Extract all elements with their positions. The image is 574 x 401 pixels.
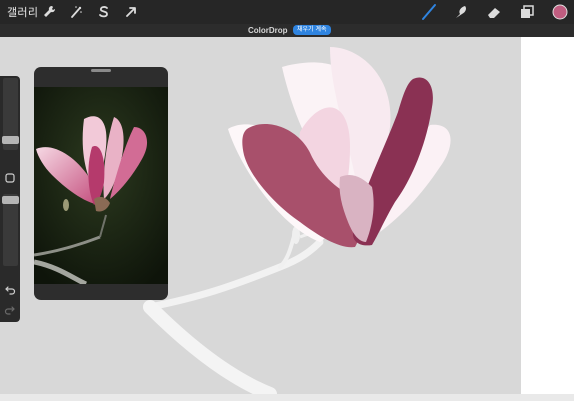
redo-icon[interactable] <box>4 304 16 316</box>
reference-window[interactable] <box>34 67 168 300</box>
opacity-slider[interactable] <box>2 194 19 266</box>
opacity-thumb[interactable] <box>2 196 19 204</box>
branch-shape <box>146 238 324 311</box>
eraser-icon[interactable] <box>485 3 503 21</box>
branch-lower-shape <box>143 300 277 394</box>
smudge-icon[interactable] <box>452 3 470 21</box>
color-swatch[interactable] <box>551 3 569 21</box>
transform-arrow-icon[interactable] <box>122 3 140 21</box>
title-bar: ColorDrop 채우기 계속 <box>0 24 574 37</box>
layers-icon[interactable] <box>518 3 536 21</box>
brush-size-slider[interactable] <box>2 78 19 150</box>
brush-icon[interactable] <box>420 3 438 21</box>
document-title: ColorDrop <box>248 26 288 35</box>
undo-icon[interactable] <box>4 284 16 296</box>
canvas-margin <box>521 37 574 394</box>
wrench-icon[interactable] <box>40 3 58 21</box>
bottom-strip <box>0 394 574 401</box>
magnolia-photo <box>34 87 168 284</box>
selection-s-icon[interactable] <box>95 3 113 21</box>
continue-fill-badge[interactable]: 채우기 계속 <box>293 25 331 35</box>
reference-drag-handle[interactable] <box>91 69 111 72</box>
brush-size-thumb[interactable] <box>2 136 19 144</box>
side-bar <box>0 76 20 322</box>
gallery-button[interactable]: 갤러리 <box>7 4 38 20</box>
magic-wand-icon[interactable] <box>67 3 85 21</box>
square-icon[interactable] <box>4 172 16 184</box>
top-toolbar: 갤러리 <box>0 0 574 24</box>
